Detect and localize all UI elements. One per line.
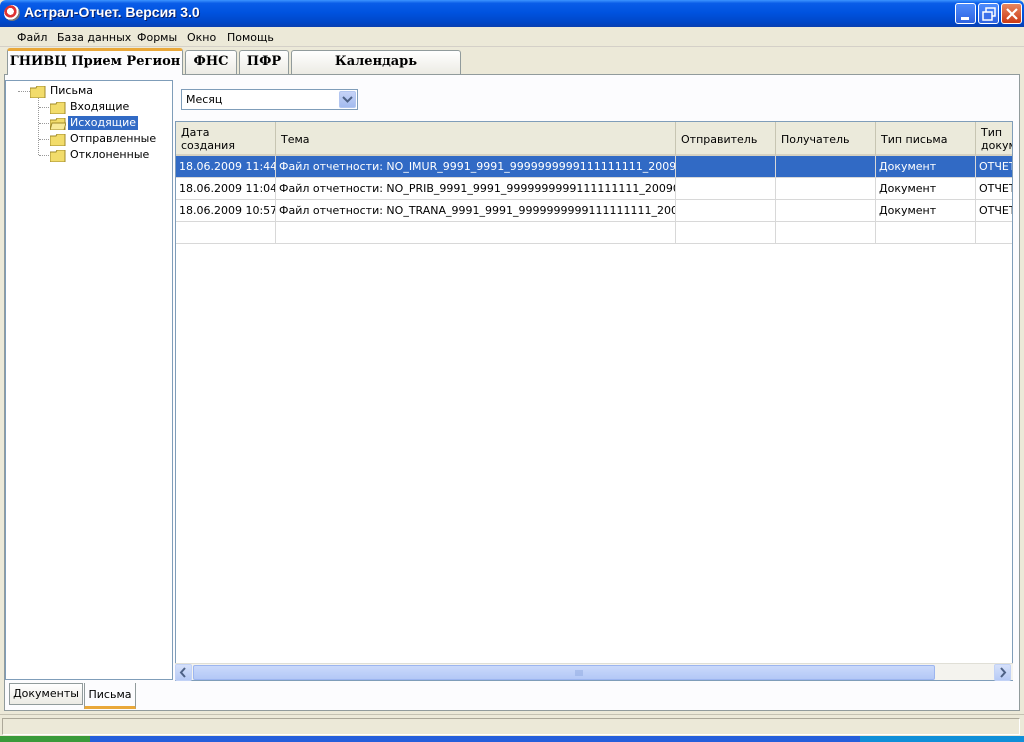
status-panel [2,718,1020,735]
tab-letters[interactable]: Письма [84,683,136,709]
grip-icon [575,670,583,676]
column-header-letter-type[interactable]: Тип письма [876,122,976,156]
cell-subject: Файл отчетности: NO_TRANA_9991_9991_9999… [276,200,676,222]
folder-tree: Письма Входящие Исходящие Отправленные О… [5,80,173,680]
menu-bar: Файл База данных Формы Окно Помощь [0,27,1024,47]
cell-sender [676,200,776,222]
taskbar-strip [0,736,1024,742]
cell-letter-type: Документ [876,178,976,200]
tab-calendar[interactable]: Календарь бухгалтера [291,50,461,91]
scrollbar-thumb[interactable] [193,665,935,680]
folder-icon [50,134,66,146]
period-select[interactable]: Месяц [181,89,358,110]
menu-database[interactable]: База данных [57,31,131,44]
column-header-sender[interactable]: Отправитель [676,122,776,156]
tree-node-sent[interactable]: Отправленные [50,132,160,147]
dropdown-button[interactable] [339,91,356,108]
app-icon [4,5,20,21]
tab-pfr[interactable]: ПФР [239,50,289,74]
letters-grid: Дата создания Тема Отправитель Получатель… [175,121,1013,681]
menu-help[interactable]: Помощь [227,31,274,44]
open-folder-icon [50,118,66,130]
column-header-doc-type[interactable]: Типдокум [976,122,1012,156]
tree-node-rejected[interactable]: Отклоненные [50,148,160,163]
horizontal-scrollbar[interactable] [175,663,1013,681]
menu-file[interactable]: Файл [17,31,47,44]
cell-sender [676,156,776,178]
restore-button[interactable] [978,3,999,24]
chevron-left-icon [179,667,186,678]
period-select-value: Месяц [186,93,223,106]
restore-icon [982,7,996,21]
table-row[interactable]: 18.06.2009 10:57 Файл отчетности: NO_TRA… [176,200,1012,222]
cell-doc-type: ОТЧЕТ [976,156,1012,178]
chevron-right-icon [1000,667,1007,678]
close-button[interactable] [1001,3,1022,24]
cell-sender [676,178,776,200]
table-row[interactable]: 18.06.2009 11:44 Файл отчетности: NO_IMU… [176,156,1012,178]
tree-node-letters[interactable]: Письма [30,84,130,99]
menu-forms[interactable]: Формы [137,31,177,44]
folder-icon [50,150,66,162]
table-row-empty[interactable] [176,222,1012,244]
window-title: Астрал-Отчет. Версия 3.0 [24,4,200,20]
cell-recipient [776,178,876,200]
folder-icon [30,86,46,98]
tree-node-incoming[interactable]: Входящие [50,100,150,115]
cell-letter-type: Документ [876,200,976,222]
cell-doc-type: ОТЧЕТ [976,200,1012,222]
cell-subject: Файл отчетности: NO_PRIB_9991_9991_99999… [276,178,676,200]
status-bar [0,714,1024,736]
tab-fns[interactable]: ФНС [185,50,237,74]
menu-window[interactable]: Окно [187,31,216,44]
scroll-left-button[interactable] [175,664,192,681]
cell-date: 18.06.2009 11:04 [176,178,276,200]
cell-recipient [776,200,876,222]
tab-gnivc[interactable]: ГНИВЦ Прием Регион [7,48,183,75]
cell-recipient [776,156,876,178]
cell-letter-type: Документ [876,156,976,178]
column-header-subject[interactable]: Тема [276,122,676,156]
tree-node-outgoing[interactable]: Исходящие [50,116,150,131]
chevron-down-icon [342,96,353,103]
title-bar[interactable]: Астрал-Отчет. Версия 3.0 [0,0,1024,27]
cell-subject: Файл отчетности: NO_IMUR_9991_9991_99999… [276,156,676,178]
minimize-button[interactable] [955,3,976,24]
cell-date: 18.06.2009 11:44 [176,156,276,178]
minimize-icon [961,17,969,20]
close-icon [1006,8,1018,20]
scroll-right-button[interactable] [994,664,1011,681]
table-row[interactable]: 18.06.2009 11:04 Файл отчетности: NO_PRI… [176,178,1012,200]
folder-icon [50,102,66,114]
cell-date: 18.06.2009 10:57 [176,200,276,222]
column-header-date[interactable]: Дата создания [176,122,276,156]
tab-documents[interactable]: Документы [9,683,83,705]
cell-doc-type: ОТЧЕТ [976,178,1012,200]
column-header-recipient[interactable]: Получатель [776,122,876,156]
